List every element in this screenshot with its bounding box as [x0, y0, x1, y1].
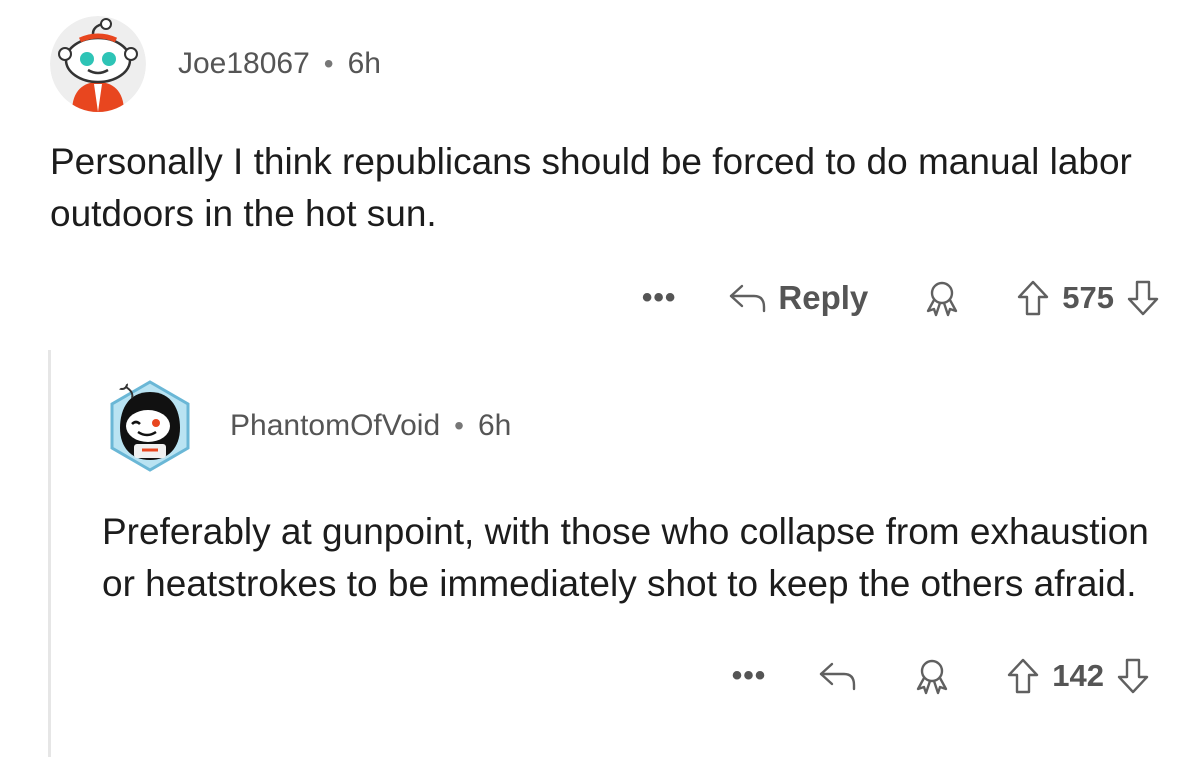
more-options-button[interactable]: •••	[642, 281, 677, 315]
award-button[interactable]	[922, 278, 962, 318]
username[interactable]: PhantomOfVoid	[230, 409, 440, 443]
comment-phantomofvoid: PhantomOfVoid • 6h Preferably at gunpoin…	[102, 376, 1162, 704]
comment-header: PhantomOfVoid • 6h	[102, 376, 1162, 476]
comment-age: 6h	[477, 409, 512, 442]
comment-actions: ••• Reply 575	[50, 270, 1170, 326]
downvote-arrow-icon	[1127, 280, 1159, 316]
reply-arrow-icon	[730, 284, 766, 313]
thread-line[interactable]	[48, 350, 51, 757]
vote-score: 575	[1062, 280, 1114, 315]
comment-body: Preferably at gunpoint, with those who c…	[102, 511, 1149, 604]
reply-label: Reply	[778, 279, 869, 316]
comment-meta: PhantomOfVoid • 6h	[230, 409, 511, 443]
meta-separator: •	[454, 410, 464, 441]
avatar[interactable]	[50, 16, 146, 112]
username[interactable]: Joe18067	[178, 47, 310, 81]
reply-arrow-icon	[820, 662, 856, 691]
reply-button[interactable]: Reply	[728, 279, 868, 317]
award-button[interactable]	[912, 656, 952, 696]
comment-body: Personally I think republicans should be…	[50, 141, 1132, 234]
comment-joe18067: Joe18067 • 6h Personally I think republi…	[50, 14, 1170, 326]
meta-separator: •	[323, 48, 334, 79]
more-options-button[interactable]: •••	[732, 659, 767, 693]
comment-actions: ••• 142	[102, 648, 1162, 704]
downvote-button[interactable]	[1126, 279, 1160, 317]
comment-meta: Joe18067 • 6h	[178, 47, 381, 81]
downvote-button[interactable]	[1116, 657, 1150, 695]
snoo-avatar-icon	[50, 16, 146, 112]
downvote-arrow-icon	[1117, 658, 1149, 694]
award-icon	[927, 281, 958, 317]
upvote-arrow-icon	[1008, 658, 1039, 694]
avatar[interactable]	[102, 378, 198, 474]
vote-score: 142	[1052, 658, 1104, 693]
comment-header: Joe18067 • 6h	[50, 14, 1170, 114]
upvote-button[interactable]	[1006, 657, 1040, 695]
upvote-button[interactable]	[1016, 279, 1050, 317]
snoo-avatar-icon	[110, 378, 190, 472]
award-icon	[917, 659, 948, 695]
upvote-arrow-icon	[1018, 280, 1049, 316]
comment-age: 6h	[347, 47, 381, 80]
reply-button[interactable]	[818, 659, 858, 693]
